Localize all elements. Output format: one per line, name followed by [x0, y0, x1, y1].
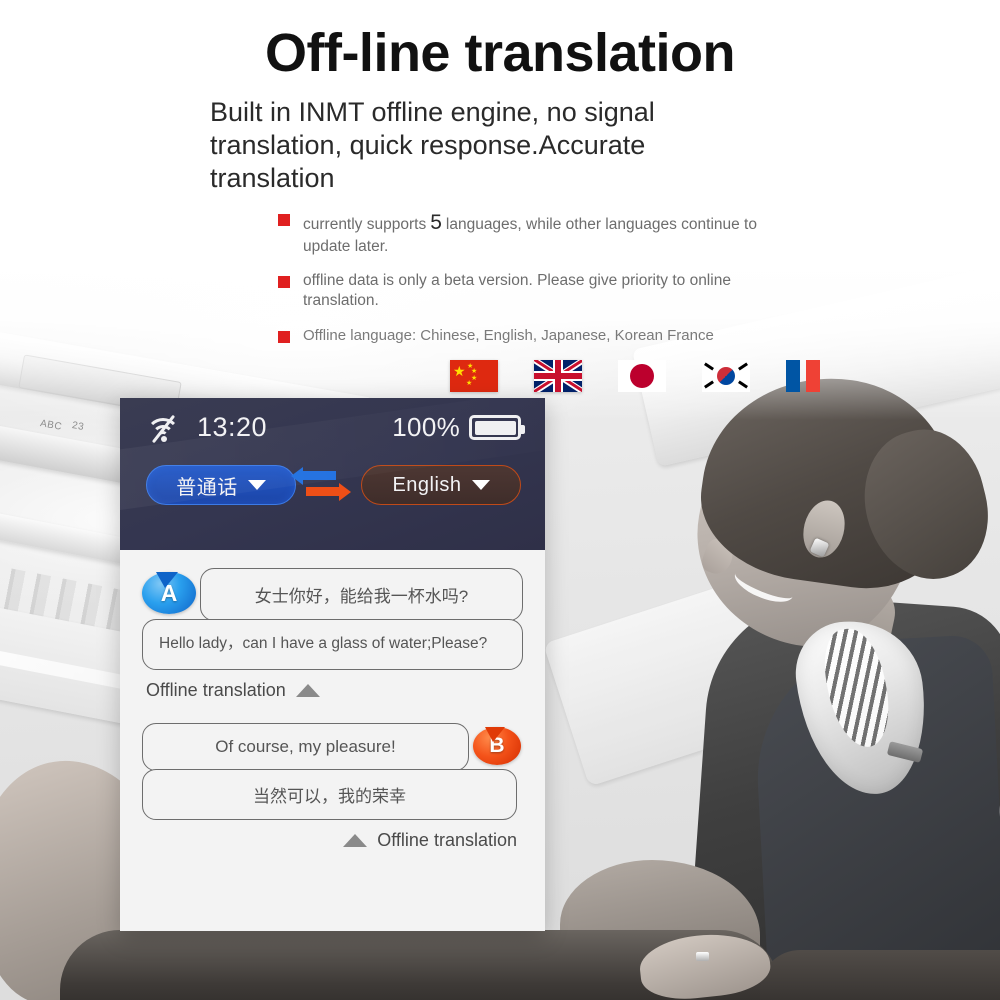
marketing-copy: Off-line translation Built in INMT offli… — [0, 0, 1000, 392]
message-a-translated[interactable]: Hello lady，can I have a glass of water;P… — [142, 619, 523, 671]
offline-status-a-label: Offline translation — [146, 680, 286, 701]
offline-status-b: Offline translation — [142, 830, 517, 851]
korea-flag — [702, 359, 750, 392]
bullet-square-icon — [278, 330, 290, 343]
bullet-item-1: currently supports 5 languages, while othe… — [278, 209, 758, 257]
message-group-a: A 女士你好，能给我一杯水吗? Hello lady，can I have a … — [142, 568, 523, 701]
supported-language-flags: ★ ★ ★ ★ ★ — [450, 359, 1000, 392]
offline-status-a: Offline translation — [146, 680, 523, 701]
uk-flag — [534, 359, 582, 392]
triangle-up-icon — [343, 834, 368, 848]
message-group-b: B Of course, my pleasure! 当然可以，我的荣幸 Offl… — [142, 723, 523, 851]
bullet-text-1: currently supports 5 languages, while othe… — [303, 210, 757, 255]
message-b-translated[interactable]: 当然可以，我的荣幸 — [142, 769, 517, 821]
offline-status-b-label: Offline translation — [377, 830, 517, 851]
supported-language-count: 5 — [430, 210, 442, 234]
seat-label-23: 23 — [71, 420, 85, 433]
status-clock: 13:20 — [197, 412, 268, 442]
source-language-button[interactable]: 普通话 — [146, 465, 296, 505]
bullet-text-3: Offline language: Chinese, English, Japa… — [303, 326, 714, 344]
bullet-text-2: offline data is only a beta version. Ple… — [303, 271, 731, 310]
avatar-a-tail — [156, 572, 178, 588]
france-flag — [786, 359, 834, 392]
device-status-bar: 13:20 100% 普通话 English — [120, 398, 545, 550]
status-bar-right: 100% — [392, 412, 525, 443]
swap-arrow-left — [291, 466, 336, 485]
seat-back-row-right — [760, 950, 1000, 1000]
page-title: Off-line translation — [264, 23, 736, 83]
swap-arrows-icon[interactable] — [291, 466, 351, 502]
message-b-original[interactable]: Of course, my pleasure! — [142, 723, 469, 772]
translator-device-screen: 13:20 100% 普通话 English A 女士你好，能给我一杯水吗? H… — [120, 398, 545, 931]
china-flag: ★ ★ ★ ★ ★ — [450, 359, 498, 392]
page-subtitle: Built in INMT offline engine, no signal … — [210, 97, 655, 193]
feature-bullet-list: currently supports 5 languages, while othe… — [278, 209, 758, 346]
triangle-up-icon — [295, 684, 320, 698]
target-language-label: English — [392, 473, 462, 496]
chat-conversation-area: A 女士你好，能给我一杯水吗? Hello lady，can I have a … — [120, 550, 545, 931]
chevron-down-icon — [471, 480, 490, 490]
bullet-square-icon — [278, 275, 290, 288]
swap-arrow-right — [306, 482, 351, 501]
target-language-button[interactable]: English — [361, 465, 521, 505]
wifi-off-icon — [146, 414, 182, 443]
battery-full-icon — [469, 415, 525, 440]
message-a-original[interactable]: 女士你好，能给我一杯水吗? — [200, 568, 523, 621]
battery-percent-label: 100% — [392, 412, 460, 442]
bullet-square-icon — [278, 213, 290, 226]
avatar-b-tail — [485, 727, 505, 743]
status-bar-row: 13:20 100% — [120, 398, 545, 443]
chevron-down-icon — [247, 480, 266, 490]
avatar-speaker-b[interactable]: B — [473, 727, 521, 766]
japan-flag — [618, 359, 666, 392]
language-selector-bar: 普通话 English — [120, 443, 545, 505]
source-language-label: 普通话 — [176, 476, 238, 499]
avatar-speaker-a[interactable]: A — [142, 572, 196, 614]
bullet-item-2: offline data is only a beta version. Ple… — [278, 271, 758, 312]
bullet-item-3: Offline language: Chinese, English, Japa… — [278, 326, 758, 346]
wedding-ring — [696, 952, 709, 961]
